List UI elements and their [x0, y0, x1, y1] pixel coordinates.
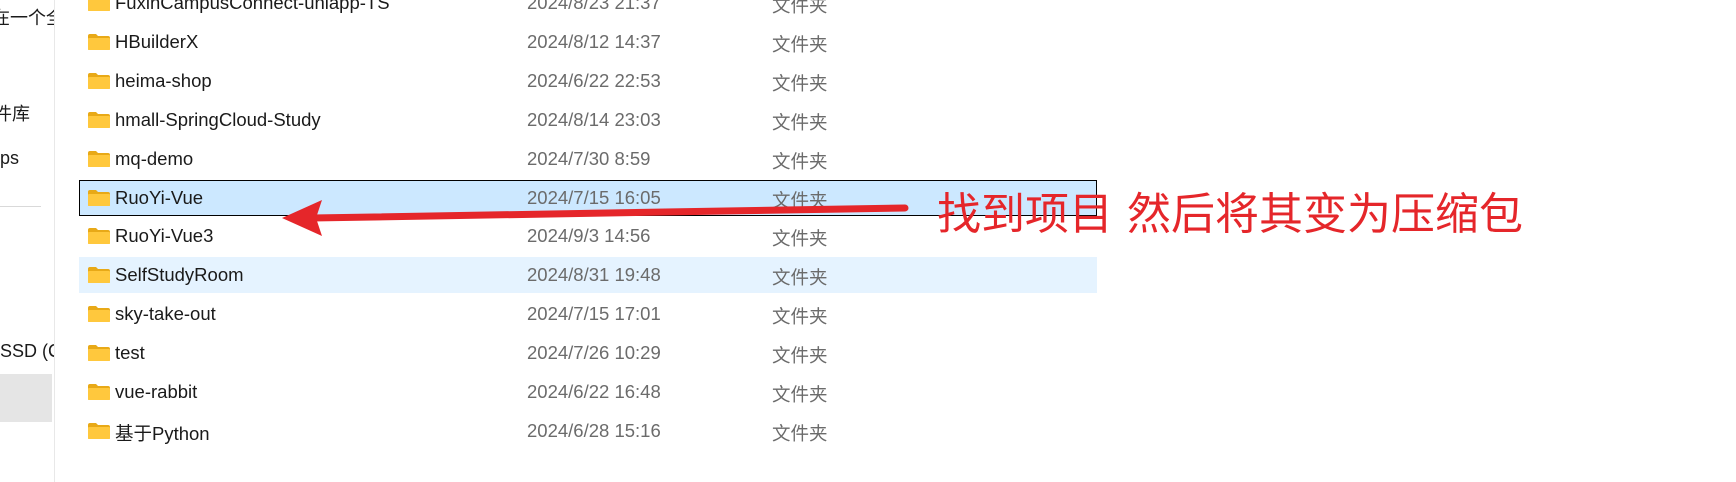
- file-date: 2024/7/26 10:29: [527, 342, 661, 363]
- nav-item-cropped[interactable]: 在一个全: [0, 4, 54, 30]
- file-name: test: [115, 342, 145, 363]
- file-name: HBuilderX: [115, 31, 199, 52]
- folder-icon: [88, 112, 110, 128]
- file-name: vue-rabbit: [115, 381, 198, 402]
- folder-icon: [88, 190, 110, 206]
- file-type: 文件夹: [772, 267, 828, 288]
- file-date: 2024/8/31 19:48: [527, 264, 661, 285]
- file-row[interactable]: 基于Python 2024/6/28 15:16 文件夹: [79, 413, 1097, 449]
- file-row[interactable]: HBuilderX 2024/8/12 14:37 文件夹: [79, 24, 1097, 60]
- file-row[interactable]: SelfStudyRoom 2024/8/31 19:48 文件夹: [79, 257, 1097, 293]
- file-type: 文件夹: [772, 384, 828, 405]
- file-date: 2024/7/30 8:59: [527, 148, 651, 169]
- folder-icon: [88, 73, 110, 89]
- file-name: sky-take-out: [115, 303, 216, 324]
- file-row[interactable]: mq-demo 2024/7/30 8:59 文件夹: [79, 141, 1097, 177]
- file-date: 2024/7/15 16:05: [527, 187, 661, 208]
- file-date: 2024/8/14 23:03: [527, 109, 661, 130]
- nav-item-drive-c[interactable]: SSD (C: [0, 341, 54, 362]
- file-type: 文件夹: [772, 345, 828, 366]
- file-type: 文件夹: [772, 0, 828, 16]
- file-type: 文件夹: [772, 190, 828, 211]
- file-name: mq-demo: [115, 148, 194, 169]
- file-date: 2024/9/3 14:56: [527, 225, 651, 246]
- file-row[interactable]: hmall-SpringCloud-Study 2024/8/14 23:03 …: [79, 102, 1097, 138]
- file-type: 文件夹: [772, 73, 828, 94]
- file-type: 文件夹: [772, 228, 828, 249]
- file-name: SelfStudyRoom: [115, 264, 244, 285]
- file-row[interactable]: vue-rabbit 2024/6/22 16:48 文件夹: [79, 374, 1097, 410]
- file-name: heima-shop: [115, 70, 212, 91]
- folder-icon: [88, 267, 110, 283]
- navigation-pane: 在一个全 件库 ps SSD (C: [0, 0, 55, 482]
- folder-icon: [88, 306, 110, 322]
- file-row[interactable]: test 2024/7/26 10:29 文件夹: [79, 335, 1097, 371]
- nav-item-selected[interactable]: [0, 374, 52, 422]
- file-row[interactable]: sky-take-out 2024/7/15 17:01 文件夹: [79, 296, 1097, 332]
- file-type: 文件夹: [772, 112, 828, 133]
- file-type: 文件夹: [772, 151, 828, 172]
- file-date: 2024/6/22 16:48: [527, 381, 661, 402]
- file-name: 基于Python: [115, 423, 210, 444]
- file-row[interactable]: FuxinCampusConnect-uniapp-TS 2024/8/23 2…: [79, 0, 1097, 21]
- file-date: 2024/6/22 22:53: [527, 70, 661, 91]
- file-name: hmall-SpringCloud-Study: [115, 109, 321, 130]
- file-row[interactable]: heima-shop 2024/6/22 22:53 文件夹: [79, 63, 1097, 99]
- nav-item-apps[interactable]: ps: [0, 148, 19, 169]
- folder-icon: [88, 0, 110, 11]
- folder-icon: [88, 423, 110, 439]
- file-date: 2024/6/28 15:16: [527, 420, 661, 441]
- file-type: 文件夹: [772, 423, 828, 444]
- folder-icon: [88, 151, 110, 167]
- folder-icon: [88, 228, 110, 244]
- nav-item-library[interactable]: 件库: [0, 100, 30, 126]
- nav-divider: [0, 206, 41, 207]
- folder-icon: [88, 34, 110, 50]
- file-date: 2024/8/23 21:37: [527, 0, 661, 13]
- folder-icon: [88, 345, 110, 361]
- folder-icon: [88, 384, 110, 400]
- file-type: 文件夹: [772, 306, 828, 327]
- file-name: RuoYi-Vue: [115, 187, 204, 208]
- annotation-text: 找到项目 然后将其变为压缩包: [937, 189, 1523, 240]
- file-name: RuoYi-Vue3: [115, 225, 214, 246]
- file-date: 2024/8/12 14:37: [527, 31, 661, 52]
- file-name: FuxinCampusConnect-uniapp-TS: [115, 0, 390, 13]
- file-date: 2024/7/15 17:01: [527, 303, 661, 324]
- file-type: 文件夹: [772, 34, 828, 55]
